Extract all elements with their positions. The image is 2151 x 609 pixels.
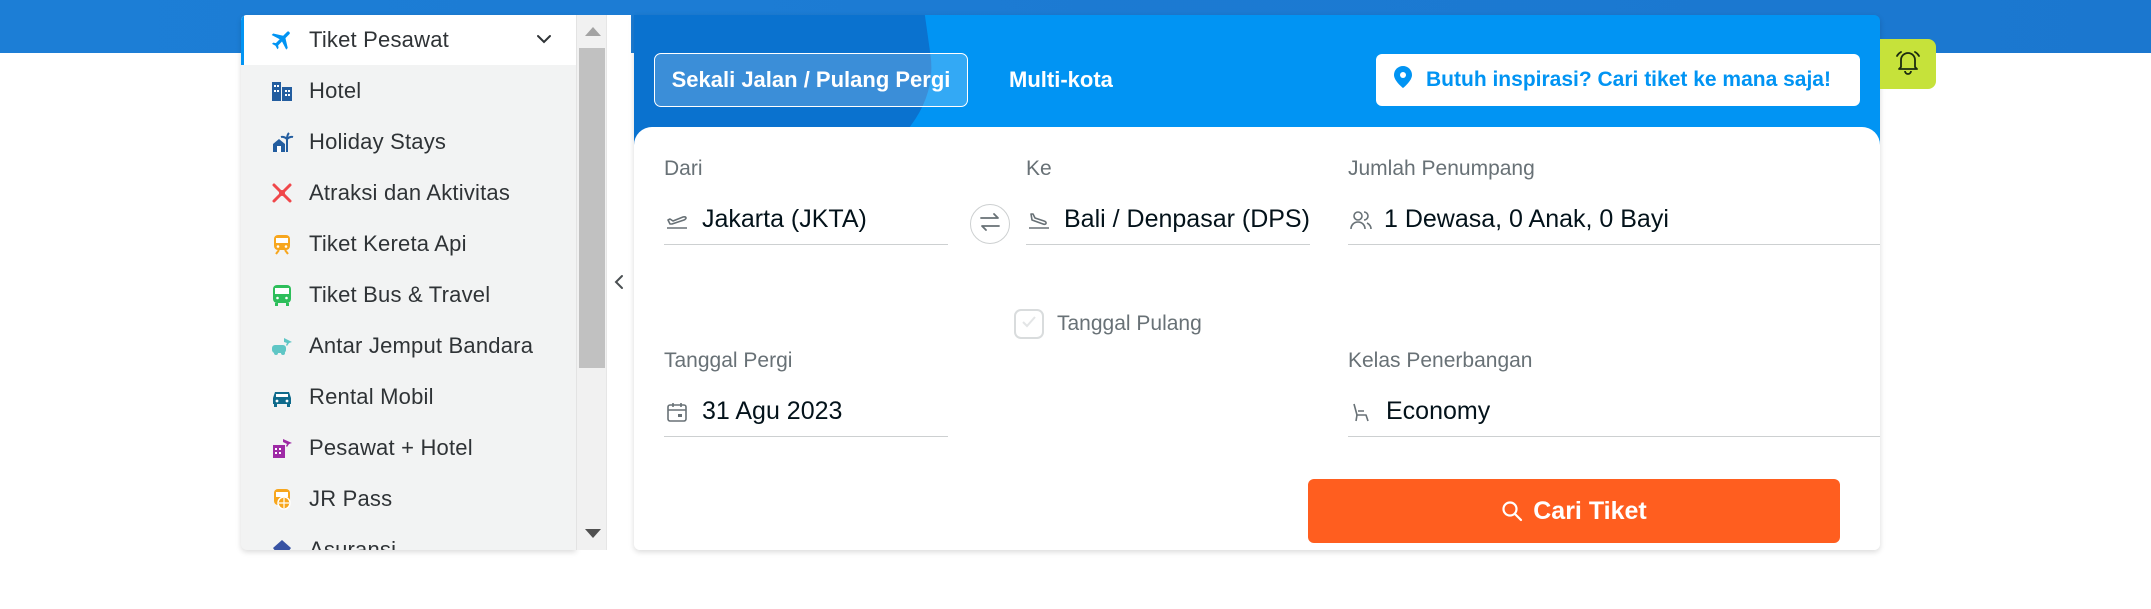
swap-direction-button[interactable] [970,204,1010,244]
passengers-label: Jumlah Penumpang [1348,157,1535,180]
inspiration-button[interactable]: Butuh inspirasi? Cari tiket ke mana saja… [1376,54,1860,106]
holiday-stays-icon [269,129,295,155]
train-icon [269,231,295,257]
chevron-down-icon[interactable] [534,29,554,54]
hotel-building-icon [269,78,295,104]
sidebar-item-label: Holiday Stays [309,129,447,154]
sidebar-item-label: Tiket Kereta Api [309,231,467,256]
flight-hotel-icon [269,435,295,461]
car-icon [269,384,295,410]
from-field[interactable]: Jakarta (JKTA) [664,195,948,245]
from-label: Dari [664,157,703,180]
takeoff-icon [664,208,690,232]
landing-icon [1026,208,1052,232]
sidebar-item-atraksi[interactable]: Atraksi dan Aktivitas [241,168,576,218]
sidebar-item-rental-mobil[interactable]: Rental Mobil [241,372,576,422]
sidebar-scrollbar[interactable] [576,15,606,550]
seat-icon [1348,401,1374,423]
bell-alert-icon [1894,48,1922,81]
panel-header: Sekali Jalan / Pulang Pergi Multi-kota B… [634,15,1880,145]
return-date-label: Tanggal Pulang [1057,312,1202,335]
depart-date-value: 31 Agu 2023 [702,397,843,425]
cabin-class-value: Economy [1386,397,1491,425]
sidebar-item-label: Tiket Bus & Travel [309,282,491,307]
from-value: Jakarta (JKTA) [702,205,867,233]
search-form: Dari Jakarta (JKTA) Ke Bali / Denpasar (… [634,127,1880,550]
sidebar-item-label: Atraksi dan Aktivitas [309,180,511,205]
scrollbar-thumb[interactable] [579,48,605,368]
price-alert-button[interactable] [1880,39,1936,89]
return-date-checkbox[interactable] [1014,309,1044,339]
tab-multi-city[interactable]: Multi-kota [1009,53,1113,107]
search-tickets-label: Cari Tiket [1533,496,1647,525]
search-tickets-button[interactable]: Cari Tiket [1308,479,1840,543]
sidebar-item-label: Hotel [309,78,362,103]
sidebar-item-holiday-stays[interactable]: Holiday Stays [241,117,576,167]
sidebar-item-jr-pass[interactable]: JR Pass [241,474,576,524]
search-widget: Tiket Pesawat Hotel Holiday Stays Atraks… [241,15,1880,550]
passengers-field[interactable]: 1 Dewasa, 0 Anak, 0 Bayi [1348,195,1880,245]
product-sidebar: Tiket Pesawat Hotel Holiday Stays Atraks… [241,15,576,550]
swap-arrows-icon [978,212,1002,237]
sidebar-item-tiket-pesawat[interactable]: Tiket Pesawat [241,15,576,65]
sidebar-item-bus-travel[interactable]: Tiket Bus & Travel [241,270,576,320]
chevron-left-icon[interactable] [610,270,628,299]
to-field[interactable]: Bali / Denpasar (DPS) [1026,195,1310,245]
location-pin-icon [1394,66,1412,94]
depart-date-label: Tanggal Pergi [664,349,793,372]
scroll-down-arrow-icon[interactable] [585,529,601,538]
tab-oneway-roundtrip[interactable]: Sekali Jalan / Pulang Pergi [654,53,968,107]
sidebar-item-asuransi[interactable]: Asuransi [241,525,576,550]
jr-pass-icon [269,486,295,512]
sidebar-item-antar-jemput-bandara[interactable]: Antar Jemput Bandara [241,321,576,371]
insurance-icon [269,537,295,550]
return-date-toggle[interactable]: Tanggal Pulang [1014,309,1202,339]
passengers-value: 1 Dewasa, 0 Anak, 0 Bayi [1384,205,1669,233]
sidebar-item-label: Asuransi [309,537,397,550]
sidebar-item-kereta-api[interactable]: Tiket Kereta Api [241,219,576,269]
passengers-icon [1348,208,1374,232]
cabin-class-label: Kelas Penerbangan [1348,349,1533,372]
attractions-icon [269,180,295,206]
product-list: Tiket Pesawat Hotel Holiday Stays Atraks… [241,15,576,550]
cabin-class-field[interactable]: Economy [1348,387,1880,437]
sidebar-item-label: Tiket Pesawat [309,27,449,52]
airport-transfer-icon [269,333,295,359]
scroll-up-arrow-icon[interactable] [585,27,601,36]
search-icon [1501,500,1523,522]
inspiration-label: Butuh inspirasi? Cari tiket ke mana saja… [1426,68,1831,91]
sidebar-item-label: Rental Mobil [309,384,434,409]
bus-icon [269,282,295,308]
sidebar-item-label: Pesawat + Hotel [309,435,473,460]
sidebar-collapse-column [606,15,631,550]
checkmark-icon [1021,315,1037,334]
flight-search-panel: Sekali Jalan / Pulang Pergi Multi-kota B… [634,15,1880,550]
sidebar-item-pesawat-hotel[interactable]: Pesawat + Hotel [241,423,576,473]
to-value: Bali / Denpasar (DPS) [1064,205,1310,233]
to-label: Ke [1026,157,1052,180]
sidebar-item-label: JR Pass [309,486,393,511]
depart-date-field[interactable]: 31 Agu 2023 [664,387,948,437]
sidebar-item-hotel[interactable]: Hotel [241,66,576,116]
calendar-icon [664,401,690,423]
sidebar-item-label: Antar Jemput Bandara [309,333,534,358]
airplane-icon [269,27,295,53]
